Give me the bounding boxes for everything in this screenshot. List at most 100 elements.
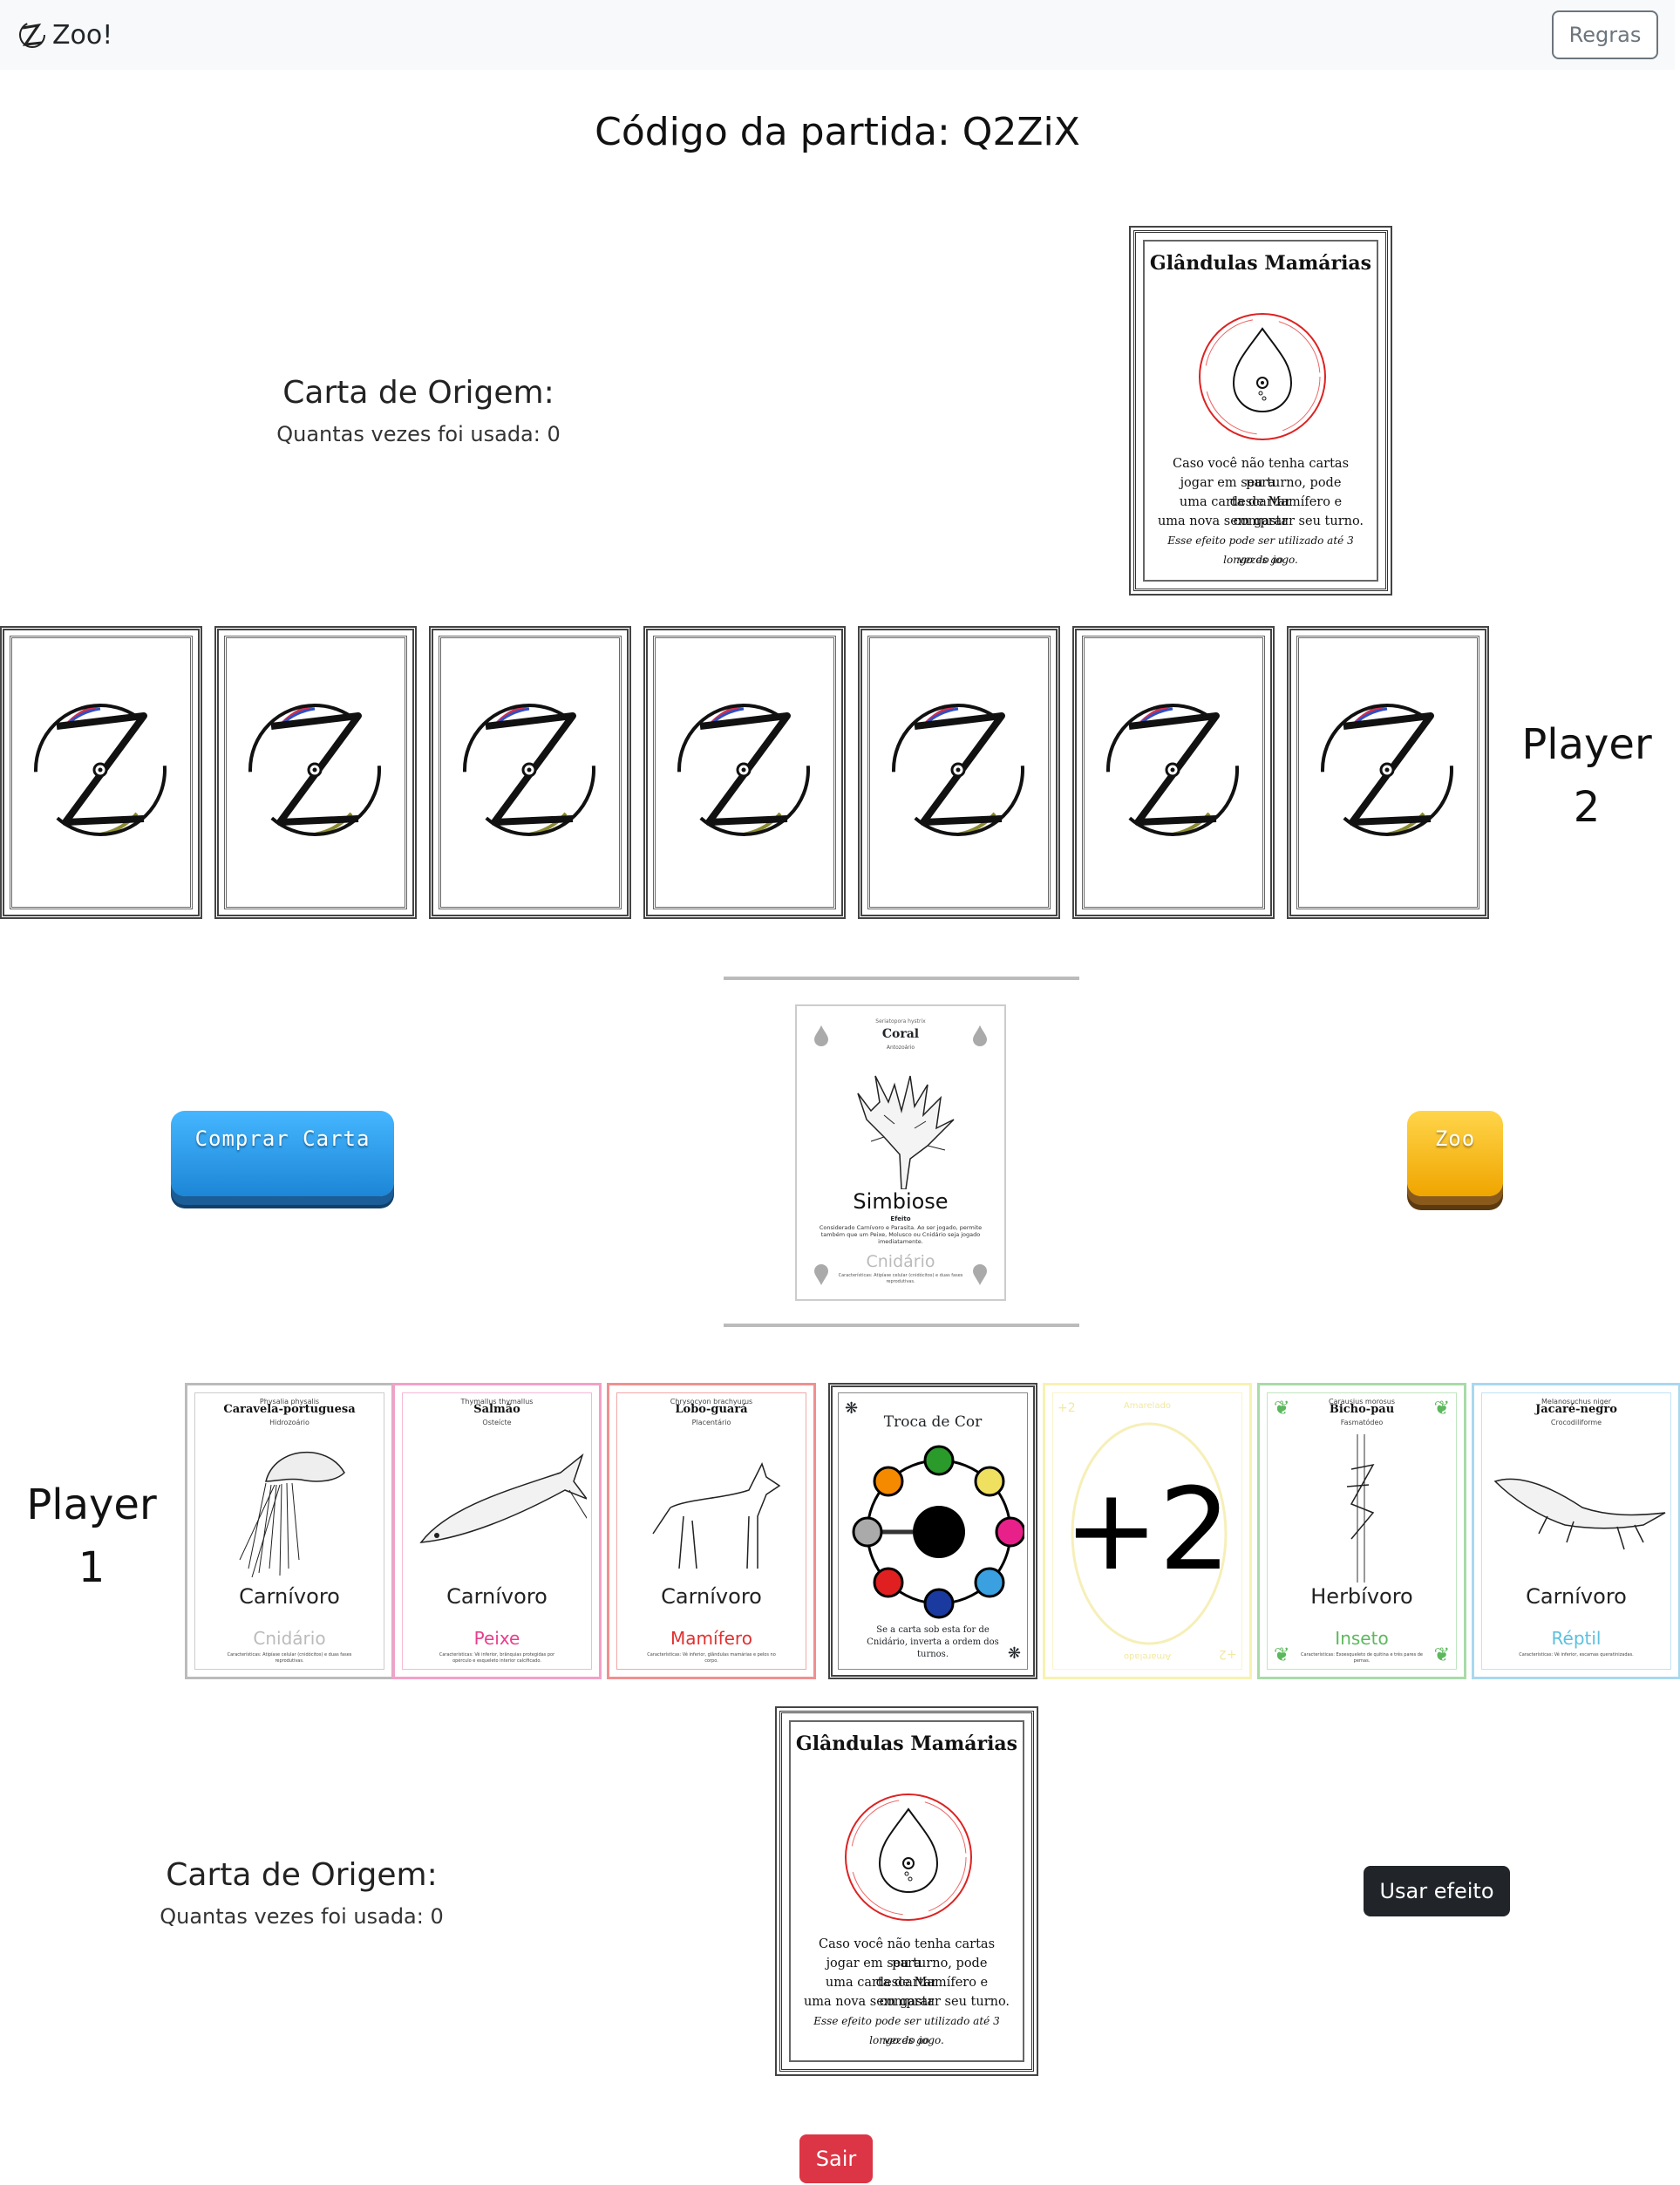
use-effect-button[interactable]: Usar efeito: [1364, 1866, 1510, 1916]
plus-two-value: +2: [1064, 1463, 1231, 1596]
plus-two-label: Amarelado: [1123, 1651, 1172, 1661]
p2-card-back: [643, 626, 846, 919]
hand-card-bicho-pau[interactable]: ❦ ❦ Carausius morosus Bicho-pau Fasmatód…: [1257, 1383, 1466, 1679]
p1-label-line1: Player: [26, 1480, 157, 1529]
drop-icon: [814, 1264, 828, 1285]
exit-button[interactable]: Sair: [799, 2134, 873, 2183]
hand-card-desc: Características: Vê inferior, escamas qu…: [1519, 1652, 1634, 1657]
leaf-icon: ❦: [1433, 1644, 1450, 1666]
swap-card-text: Se a carta sob esta for de Cnidário, inv…: [867, 1625, 999, 1659]
hand-card-jacare[interactable]: Melanosuchus niger Jacaré-negro Crocodil…: [1472, 1383, 1680, 1679]
p2-card-back: [858, 626, 1060, 919]
hand-card-desc: Características: Atipíase celular (cnidó…: [227, 1652, 352, 1664]
p1-label-line2: 1: [78, 1543, 105, 1592]
hand-card-name: Lobo-guará: [675, 1403, 748, 1416]
brand-label: Zoo!: [52, 19, 113, 51]
zoo-logo-icon: [248, 704, 381, 836]
stick-insect-illustration: [1346, 1434, 1375, 1583]
p1-origin-card[interactable]: Glândulas Mamárias Caso você não tenha c…: [775, 1706, 1038, 2076]
p2-label: Player 2: [1517, 713, 1656, 839]
hand-card-desc: Características: Vê inferior, brânquias …: [439, 1652, 555, 1664]
p1-origin-usage: Quantas vezes foi usada: 0: [160, 1904, 444, 1929]
hand-card-diet: Carnívoro: [239, 1584, 340, 1609]
hand-card-desc: Características: Exoesqueleto de quitina…: [1300, 1652, 1424, 1664]
buy-card-button[interactable]: Comprar Carta: [171, 1111, 394, 1196]
match-code: Código da partida: Q2ZiX: [595, 110, 1080, 154]
hand-card-class: Mamífero: [670, 1628, 752, 1649]
hand-card-subclass: Fasmatódeo: [1340, 1419, 1384, 1426]
coral-illustration: [857, 1075, 955, 1189]
top-card-effect-text: Considerado Carnívoro e Parasita. Ao ser…: [819, 1224, 983, 1245]
p2-card-back: [0, 626, 202, 919]
zoo-logo-icon: [892, 704, 1024, 836]
origin-card-italic-2: longo do jogo.: [1223, 554, 1298, 566]
hand-card-salmao[interactable]: Thymallus thymallus Salmão Osteícte Carn…: [392, 1383, 602, 1679]
zoo-logo-icon: [463, 704, 595, 836]
brand[interactable]: Zoo!: [17, 16, 112, 54]
origin-card-title: Glândulas Mamárias: [795, 1732, 1018, 1755]
p1-label: Player 1: [17, 1474, 166, 1599]
hand-card-subclass: Placentário: [691, 1419, 731, 1426]
hand-card-class: Peixe: [473, 1628, 520, 1649]
hand-card-name: Caravela-portuguesa: [223, 1403, 356, 1416]
gear-icon: ❋: [1007, 1644, 1021, 1663]
drop-icon: [1199, 313, 1326, 440]
origin-card-text-4: uma nova sem gastar seu turno.: [1157, 514, 1364, 528]
jellyfish-illustration: [239, 1451, 345, 1577]
hand-card-diet: Carnívoro: [1526, 1584, 1627, 1609]
salmon-illustration: [419, 1453, 587, 1543]
hand-card-caravela[interactable]: Physalia physalis Caravela-portuguesa Hi…: [185, 1383, 394, 1679]
hand-card-class: Cnidário: [253, 1628, 326, 1649]
origin-card-text-4: uma nova sem gastar seu turno.: [803, 1995, 1010, 2009]
hand-card-diet: Carnívoro: [446, 1584, 548, 1609]
zoo-logo-icon: [34, 704, 167, 836]
hand-card-subclass: Crocodiliforme: [1550, 1419, 1602, 1426]
table-top-card: Seriatopora hystrix Coral Antozoário Sim…: [795, 1004, 1006, 1301]
p2-card-back: [1287, 626, 1489, 919]
p1-origin-title: Carta de Origem:: [166, 1857, 438, 1893]
hand-card-desc: Características: Vê inferior, glândulas …: [647, 1652, 776, 1664]
hand-card-subclass: Osteícte: [482, 1419, 512, 1426]
table-divider-top: [724, 977, 1079, 980]
table-divider-bottom: [724, 1324, 1079, 1327]
zoo-button[interactable]: Zoo: [1407, 1111, 1503, 1196]
drop-icon: [845, 1794, 972, 1921]
origin-card-italic-2: longo do jogo.: [869, 2034, 944, 2046]
top-card-class-desc: Características: Atipíase celular (cnidó…: [838, 1273, 963, 1284]
alligator-illustration: [1493, 1478, 1666, 1550]
origin-card-title: Glândulas Mamárias: [1149, 252, 1372, 275]
top-card-sci: Seriatopora hystrix: [875, 1018, 926, 1024]
wolf-illustration: [652, 1462, 781, 1569]
hand-card-class: Réptil: [1551, 1628, 1602, 1649]
hand-card-plus-two[interactable]: +2 Amarelado +2 +2 Amarelado: [1043, 1383, 1252, 1679]
hand-card-name: Jacaré-negro: [1535, 1403, 1617, 1416]
hand-card-diet: Carnívoro: [661, 1584, 762, 1609]
drop-icon: [973, 1264, 987, 1285]
navbar: Zoo! Regras: [0, 0, 1675, 70]
p2-card-back: [214, 626, 417, 919]
hand-card-name: Bicho-pau: [1329, 1403, 1395, 1416]
hand-card-troca-cor[interactable]: ❋ ❋ Troca de Cor Se a carta sob esta for…: [828, 1383, 1037, 1679]
hand-card-name: Salmão: [473, 1403, 520, 1416]
top-card-effect-label: Efeito: [890, 1215, 911, 1222]
zoo-logo-icon: [1321, 704, 1453, 836]
p2-origin-usage: Quantas vezes foi usada: 0: [276, 422, 561, 446]
plus-two-label: Amarelado: [1123, 1401, 1172, 1411]
rules-button[interactable]: Regras: [1552, 10, 1658, 59]
drop-icon: [973, 1025, 987, 1046]
zoo-logo-icon: [19, 22, 45, 48]
p2-card-back: [1072, 626, 1275, 919]
color-wheel-icon: [852, 1445, 1024, 1619]
p2-origin-title: Carta de Origem:: [282, 375, 554, 411]
p2-label-line1: Player: [1521, 720, 1652, 769]
hand-card-subclass: Hidrozoário: [269, 1419, 309, 1426]
swap-card-title: Troca de Cor: [883, 1413, 983, 1431]
zoo-logo-icon: [1106, 704, 1239, 836]
p2-origin-card[interactable]: Glândulas Mamárias Caso você não tenha c…: [1129, 226, 1392, 596]
zoo-logo-icon: [677, 704, 810, 836]
hand-card-diet: Herbívoro: [1310, 1584, 1413, 1609]
drop-icon: [814, 1025, 828, 1046]
leaf-icon: ❦: [1274, 1644, 1290, 1666]
top-card-effect-name: Simbiose: [853, 1189, 949, 1214]
hand-card-lobo[interactable]: Chrysocyon brachyurus Lobo-guará Placent…: [607, 1383, 816, 1679]
